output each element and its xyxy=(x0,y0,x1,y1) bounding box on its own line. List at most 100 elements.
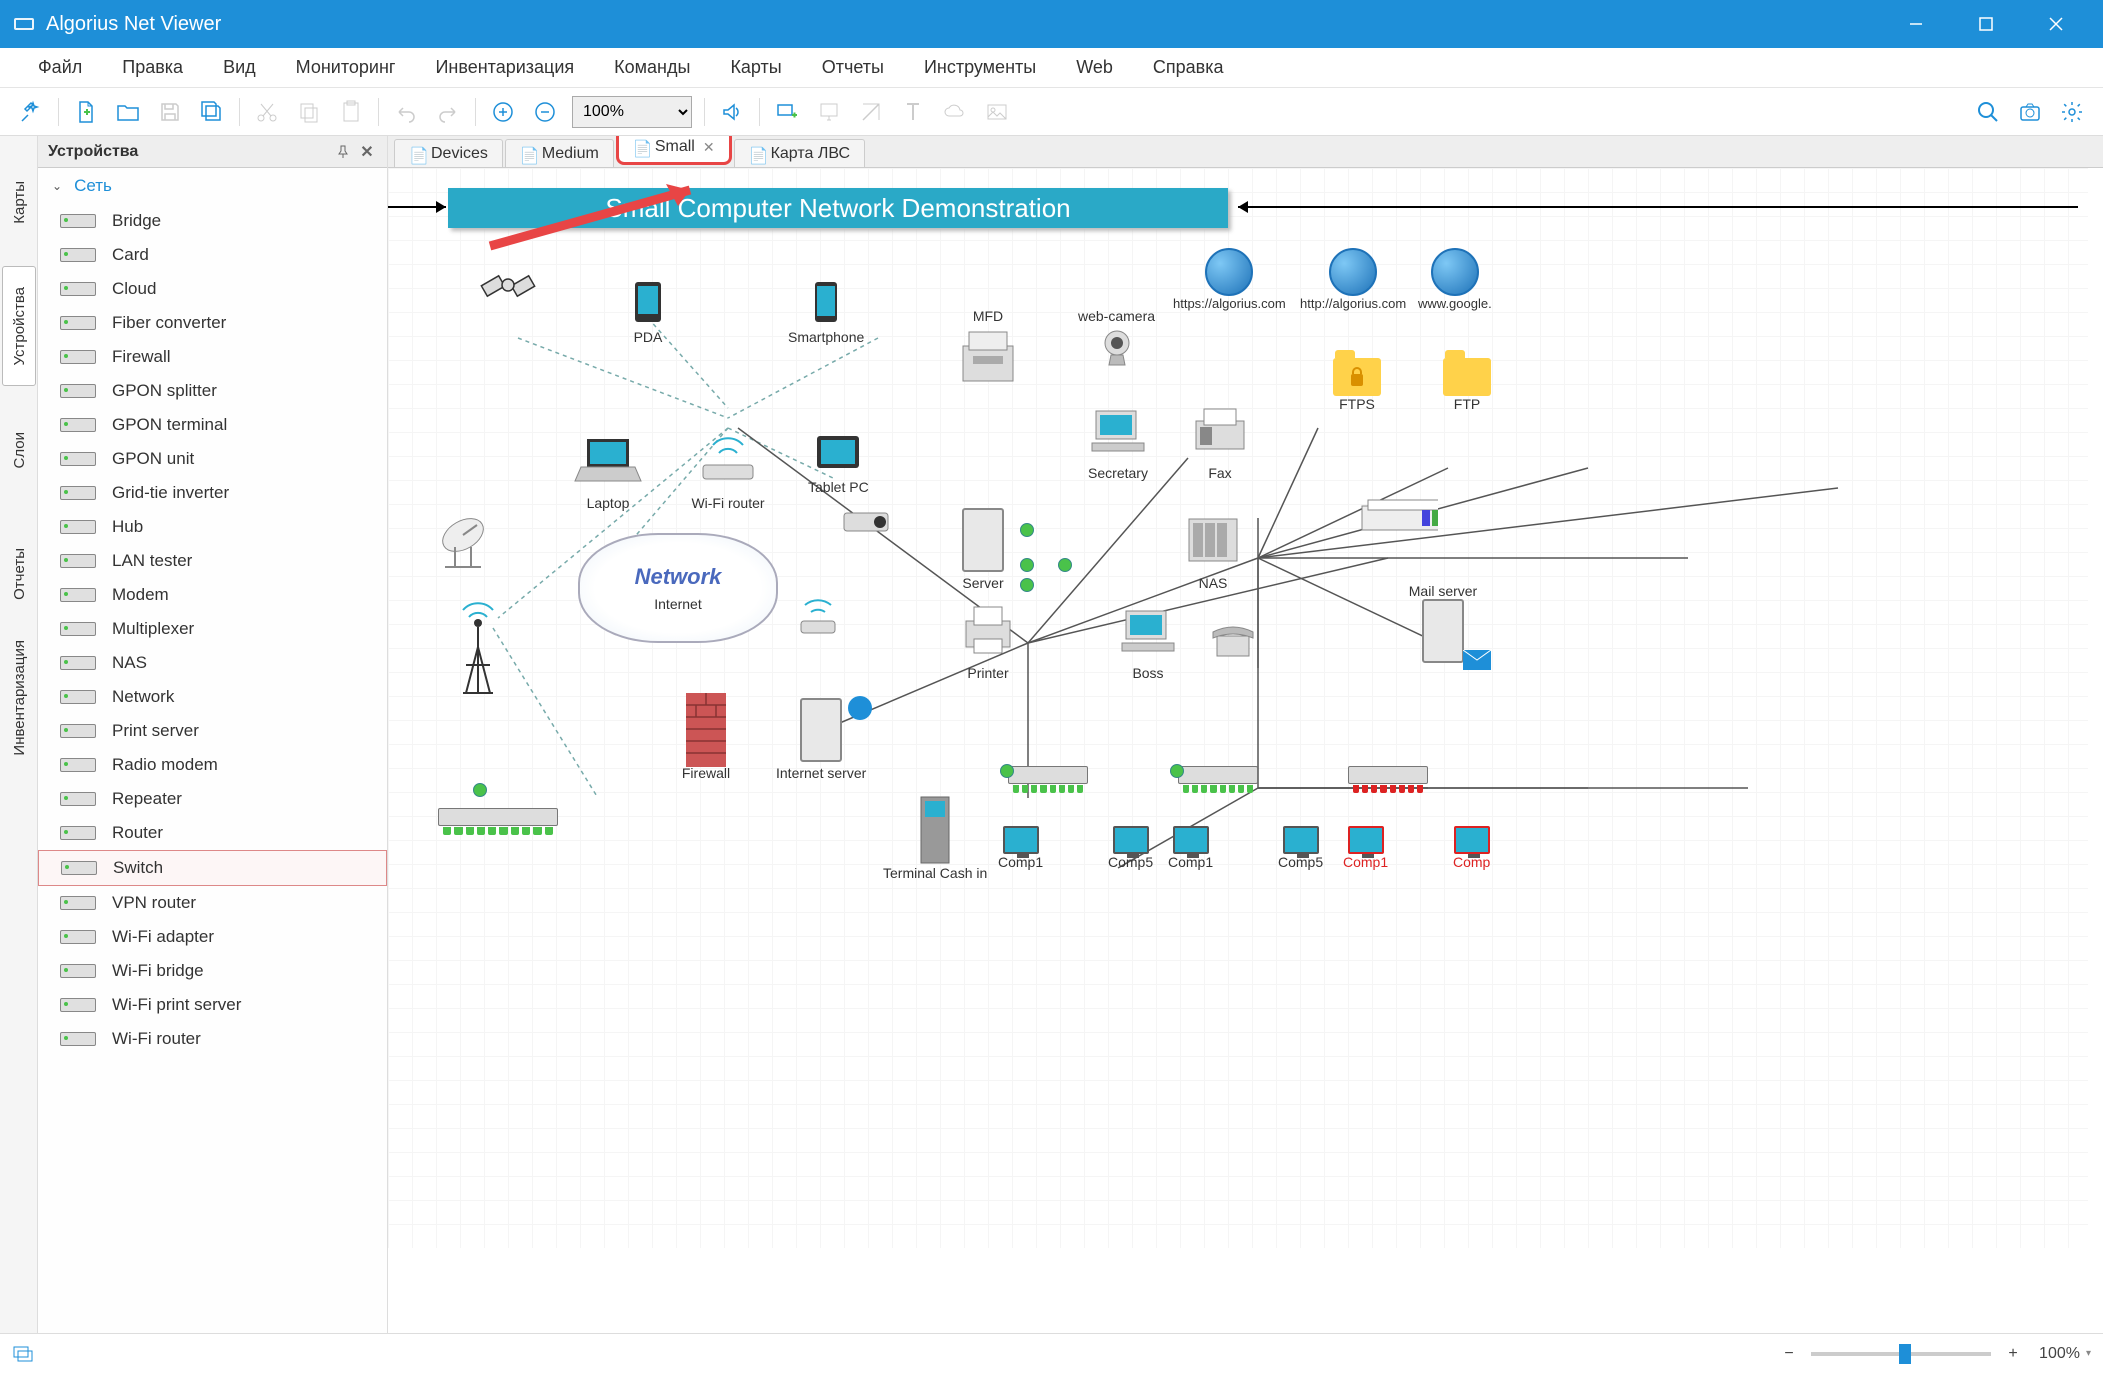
add-cloud-button[interactable] xyxy=(936,93,974,131)
menu-edit[interactable]: Правка xyxy=(102,57,203,78)
category-network[interactable]: ⌄ Сеть xyxy=(38,168,387,204)
zoom-out-button[interactable] xyxy=(526,93,564,131)
screenshot-button[interactable] xyxy=(2011,93,2049,131)
zoom-in-button[interactable] xyxy=(484,93,522,131)
menu-inventory[interactable]: Инвентаризация xyxy=(415,57,594,78)
menu-view[interactable]: Вид xyxy=(203,57,276,78)
menu-file[interactable]: Файл xyxy=(18,57,102,78)
device-item[interactable]: Wi-Fi bridge xyxy=(38,954,387,988)
close-button[interactable] xyxy=(2021,0,2091,48)
paste-button[interactable] xyxy=(332,93,370,131)
zoom-minus-button[interactable]: − xyxy=(1775,1340,1803,1368)
device-item[interactable]: Switch xyxy=(38,850,387,886)
cut-button[interactable] xyxy=(248,93,286,131)
device-item[interactable]: LAN tester xyxy=(38,544,387,578)
node-comp1-c[interactable]: Comp1 xyxy=(1343,826,1388,870)
node-wifi-ap[interactable] xyxy=(788,593,848,644)
zoom-dropdown-icon[interactable]: ▾ xyxy=(2086,1348,2091,1359)
undo-button[interactable] xyxy=(387,93,425,131)
device-item[interactable]: Wi-Fi router xyxy=(38,1022,387,1056)
save-button[interactable] xyxy=(151,93,189,131)
open-button[interactable] xyxy=(109,93,147,131)
menu-commands[interactable]: Команды xyxy=(594,57,710,78)
maximize-button[interactable] xyxy=(1951,0,2021,48)
menu-tools[interactable]: Инструменты xyxy=(904,57,1056,78)
redo-button[interactable] xyxy=(429,93,467,131)
canvas-viewport[interactable]: Small Computer Network Demonstration xyxy=(388,168,2103,1333)
wizard-button[interactable] xyxy=(12,93,50,131)
device-item[interactable]: Cloud xyxy=(38,272,387,306)
announce-button[interactable] xyxy=(713,93,751,131)
node-laptop[interactable]: Laptop xyxy=(568,428,648,511)
device-item[interactable]: Wi-Fi print server xyxy=(38,988,387,1022)
node-boss[interactable]: Boss xyxy=(1108,598,1188,681)
copy-button[interactable] xyxy=(290,93,328,131)
device-item[interactable]: GPON terminal xyxy=(38,408,387,442)
node-tablet[interactable]: Tablet PC xyxy=(808,428,869,495)
node-wifi-router[interactable]: Wi-Fi router xyxy=(688,428,768,511)
add-text-button[interactable] xyxy=(894,93,932,131)
pin-icon[interactable] xyxy=(333,142,353,162)
node-firewall[interactable]: Firewall xyxy=(666,698,746,781)
node-comp-d[interactable]: Comp xyxy=(1453,826,1490,870)
device-item[interactable]: Radio modem xyxy=(38,748,387,782)
node-https[interactable]: https://algorius.com xyxy=(1173,248,1286,311)
settings-button[interactable] xyxy=(2053,93,2091,131)
node-pda[interactable]: PDA xyxy=(618,278,678,345)
node-comp1-a[interactable]: Comp1 xyxy=(998,826,1043,870)
device-item[interactable]: VPN router xyxy=(38,886,387,920)
zoom-plus-button[interactable]: + xyxy=(1999,1340,2027,1368)
node-projector[interactable] xyxy=(838,498,898,549)
device-item[interactable]: GPON unit xyxy=(38,442,387,476)
node-antenna[interactable] xyxy=(438,618,518,685)
maptab-medium[interactable]: 📄Medium xyxy=(505,139,614,167)
add-line-button[interactable] xyxy=(852,93,890,131)
device-item[interactable]: NAS xyxy=(38,646,387,680)
node-mail-server[interactable]: Mail server xyxy=(1403,583,1483,666)
node-comp5-a[interactable]: Comp5 xyxy=(1108,826,1153,870)
node-nas[interactable]: NAS xyxy=(1173,508,1253,591)
menu-reports[interactable]: Отчеты xyxy=(802,57,904,78)
add-device-button[interactable] xyxy=(768,93,806,131)
device-item[interactable]: Fiber converter xyxy=(38,306,387,340)
add-monitor-button[interactable] xyxy=(810,93,848,131)
node-server[interactable]: Server xyxy=(943,508,1023,591)
device-item[interactable]: Network xyxy=(38,680,387,714)
node-ftp[interactable]: FTP xyxy=(1443,358,1491,412)
node-network-cloud[interactable]: Network Internet xyxy=(578,533,778,643)
zoom-slider[interactable] xyxy=(1811,1352,1991,1356)
minimize-button[interactable] xyxy=(1881,0,1951,48)
vtab-reports[interactable]: Отчеты xyxy=(2,514,36,634)
menu-monitoring[interactable]: Мониторинг xyxy=(276,57,416,78)
vtab-devices[interactable]: Устройства xyxy=(2,266,36,386)
node-comp1-b[interactable]: Comp1 xyxy=(1168,826,1213,870)
device-item[interactable]: Wi-Fi adapter xyxy=(38,920,387,954)
node-comp5-b[interactable]: Comp5 xyxy=(1278,826,1323,870)
add-image-button[interactable] xyxy=(978,93,1016,131)
search-button[interactable] xyxy=(1969,93,2007,131)
node-internet-server[interactable]: Internet server xyxy=(776,698,866,781)
maptab-devices[interactable]: 📄Devices xyxy=(394,139,503,167)
device-item[interactable]: Router xyxy=(38,816,387,850)
maptab-lvs[interactable]: 📄Карта ЛВС xyxy=(734,139,865,167)
node-plotter[interactable] xyxy=(1358,488,1438,555)
device-item[interactable]: Hub xyxy=(38,510,387,544)
device-item[interactable]: Firewall xyxy=(38,340,387,374)
save-all-button[interactable] xyxy=(193,93,231,131)
device-item[interactable]: Print server xyxy=(38,714,387,748)
zoom-select[interactable]: 100% xyxy=(572,96,692,128)
device-item[interactable]: Card xyxy=(38,238,387,272)
node-fax[interactable]: Fax xyxy=(1180,398,1260,481)
new-button[interactable] xyxy=(67,93,105,131)
node-dish[interactable] xyxy=(428,508,508,575)
device-item[interactable]: Bridge xyxy=(38,204,387,238)
node-smartphone[interactable]: Smartphone xyxy=(788,278,864,345)
node-switch-2[interactable] xyxy=(1178,766,1258,784)
menu-web[interactable]: Web xyxy=(1056,57,1133,78)
node-terminal[interactable]: Terminal Cash in xyxy=(883,798,987,881)
close-panel-icon[interactable]: ✕ xyxy=(357,142,377,162)
node-ftps[interactable]: FTPS xyxy=(1333,358,1381,412)
node-google[interactable]: www.google. xyxy=(1418,248,1492,311)
close-tab-icon[interactable]: ✕ xyxy=(703,139,715,156)
node-printer[interactable]: Printer xyxy=(948,598,1028,681)
